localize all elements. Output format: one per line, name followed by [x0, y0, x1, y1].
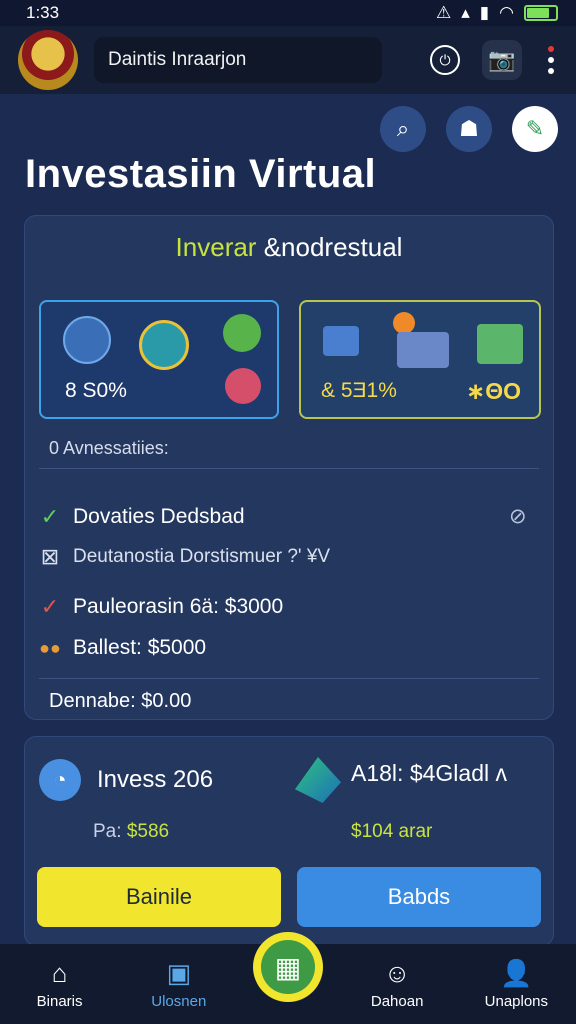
dashboard-icon	[397, 332, 449, 368]
power-icon[interactable]: ⏻	[430, 45, 460, 75]
nav-item-profile[interactable]: 👤 Unaplons	[466, 959, 566, 1010]
total-row: Dennabe: $0.00	[49, 690, 192, 712]
dot-icon	[393, 312, 415, 334]
coins-icon: ●●	[39, 637, 61, 658]
battery-level	[527, 8, 550, 18]
search-field-text: Daintis Inraarjon	[108, 49, 247, 70]
alert-icon: ⚠	[436, 3, 452, 22]
card-title: Inverar &nodrestual	[175, 232, 403, 262]
battery-icon	[524, 5, 558, 21]
stat-right-sub: $104 arar	[351, 821, 433, 842]
stat-left-sub: Pa: $586	[93, 821, 170, 842]
tile-right-trail: ∗ΘΟ	[465, 378, 521, 404]
chat-icon: ☺	[383, 957, 411, 988]
avatar-icon	[225, 368, 261, 404]
activities-heading: 0 Avnessatiies:	[49, 438, 169, 458]
box-x-icon: ⊠	[40, 544, 60, 569]
secondary-action-button[interactable]: Babds	[297, 867, 541, 927]
investment-summary-card: Inverar &nodrestual 8 S0% & 5Ǝ1% ∗ΘΟ 0 A…	[24, 215, 554, 720]
divider	[39, 678, 539, 679]
list-item-dashboard[interactable]: ✓ Dovaties Dedsbad	[39, 504, 245, 530]
tile-right-percentage: & 5Ǝ1%	[321, 379, 397, 402]
wifi-icon-2: ◠	[499, 3, 514, 22]
signal-icon: ▮	[479, 3, 490, 22]
nav-item-chat[interactable]: ☺ Dahoan	[347, 959, 447, 1010]
center-action-button[interactable]: ▦	[253, 932, 323, 1002]
stat-right-title: A18l: $4Gladl ᴧ	[351, 760, 507, 786]
divider	[39, 468, 539, 469]
calendar-icon	[477, 324, 523, 364]
search-field[interactable]: Daintis Inraarjon	[94, 37, 382, 83]
garuda-logo-icon[interactable]	[18, 30, 78, 90]
network-node-icon	[63, 316, 111, 364]
list-item-description[interactable]: ⊠ Deutanostia Dorstismuer ?' ¥V	[39, 544, 330, 570]
stat-left-title: Invess 206	[97, 766, 214, 793]
more-options-icon[interactable]	[544, 46, 558, 74]
primary-action-button[interactable]: Bainile	[37, 867, 281, 927]
portfolio-tile-right[interactable]: & 5Ǝ1% ∗ΘΟ	[299, 300, 541, 419]
camera-icon[interactable]: 📷	[482, 40, 522, 80]
list-item-revenue[interactable]: ✓ Pauleorasin 6ä: $3000	[39, 594, 283, 620]
app-header: Daintis Inraarjon ⏻ 📷	[0, 26, 576, 94]
coin-icon	[139, 320, 189, 370]
info-icon[interactable]: ⊘	[509, 504, 527, 529]
check-icon: ✓	[40, 504, 60, 529]
portfolio-tile-left[interactable]: 8 S0%	[39, 300, 279, 419]
nav-item-home[interactable]: ⌂ Binaris	[10, 959, 110, 1010]
clock-icon: ◔	[39, 759, 81, 801]
home-icon: ⌂	[51, 957, 68, 988]
status-bar: 1:33 ⚠ ▴ ▮ ◠	[0, 0, 576, 26]
edit-icon[interactable]: ✎	[512, 106, 558, 152]
status-time: 1:33	[26, 3, 60, 22]
gem-icon	[295, 757, 341, 803]
money-icon	[223, 314, 261, 352]
check-red-icon: ✓	[40, 594, 60, 619]
grid-icon: ▦	[261, 940, 315, 994]
investment-stats-card: ◔ Invess 206 Pa: $586 A18l: $4Gladl ᴧ $1…	[24, 736, 554, 946]
main-content: ⌕ ☗ ✎ Investasiin Virtual Inverar &nodre…	[0, 94, 576, 946]
list-item-balance[interactable]: ●● Ballest: $5000	[39, 636, 206, 660]
page-title: Investasiin Virtual	[25, 152, 377, 196]
nav-item-portfolio[interactable]: ▣ Ulosnen	[129, 959, 229, 1010]
portfolio-icon: ▣	[166, 957, 192, 988]
document-icon	[323, 326, 359, 356]
profile-icon: 👤	[500, 957, 533, 988]
search-icon[interactable]: ⌕	[380, 106, 426, 152]
user-group-icon[interactable]: ☗	[446, 106, 492, 152]
wifi-icon: ▴	[461, 3, 470, 22]
tile-left-percentage: 8 S0%	[65, 379, 127, 402]
